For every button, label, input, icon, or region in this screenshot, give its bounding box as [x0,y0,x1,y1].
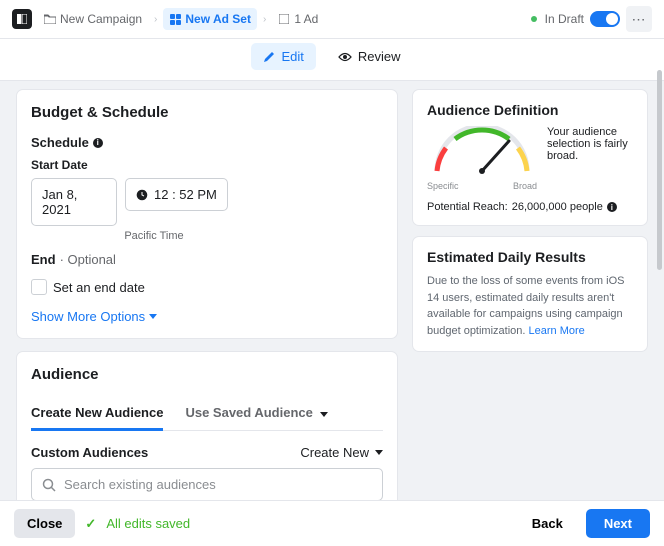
end-optional: · Optional [60,252,116,267]
edr-body: Due to the loss of some events from iOS … [427,275,624,337]
reach-value: 26,000,000 people [512,201,603,213]
content-area: Budget & Schedule Schedule i Start Date … [0,81,664,509]
chevron-right-icon: › [154,14,157,25]
gauge-right-label: Broad [513,181,537,191]
create-new-dropdown[interactable]: Create New [300,445,383,460]
caret-down-icon [375,450,383,455]
pencil-icon [263,51,275,63]
breadcrumb-campaign[interactable]: New Campaign [38,8,148,30]
audience-gauge: Specific Broad [427,126,537,191]
left-column: Budget & Schedule Schedule i Start Date … [16,89,398,501]
audience-card: Audience Create New Audience Use Saved A… [16,351,398,501]
clock-icon [136,189,148,201]
learn-more-link[interactable]: Learn More [529,325,585,337]
close-button[interactable]: Close [14,509,75,538]
status-label: In Draft [545,12,584,26]
start-time-input[interactable]: 12 : 52 PM [125,178,228,211]
eye-icon [338,52,352,62]
audience-tabs: Create New Audience Use Saved Audience [31,397,383,431]
breadcrumb-adset[interactable]: New Ad Set [163,8,257,30]
reach-label: Potential Reach: [427,201,508,213]
schedule-label: Schedule i [31,135,383,150]
search-placeholder: Search existing audiences [64,477,216,492]
breadcrumb-campaign-label: New Campaign [60,12,142,26]
search-audiences-input[interactable]: Search existing audiences [31,468,383,501]
more-menu-button[interactable]: ⋯ [626,6,652,32]
budget-title: Budget & Schedule [31,104,383,121]
status-dot-icon [531,16,537,22]
set-end-date-checkbox[interactable] [31,279,47,295]
timezone-label: Pacific Time [123,230,185,242]
right-column: Audience Definition Specific Broad [412,89,648,501]
edit-review-tabs: Edit Review [0,39,664,81]
audience-definition-card: Audience Definition Specific Broad [412,89,648,226]
show-more-options-link[interactable]: Show More Options [31,309,157,324]
audience-definition-title: Audience Definition [427,102,633,118]
info-icon[interactable]: i [607,202,617,212]
top-bar: New Campaign › New Ad Set › 1 Ad In Draf… [0,0,664,39]
custom-audiences-label: Custom Audiences [31,445,148,460]
search-icon [42,478,56,492]
edr-title: Estimated Daily Results [427,249,633,265]
back-button[interactable]: Back [519,509,576,538]
caret-down-icon [149,314,157,319]
footer-bar: Close ✓ All edits saved Back Next [0,500,664,546]
breadcrumb-ad-label: 1 Ad [294,12,318,26]
end-label: End [31,252,56,267]
estimated-daily-results-card: Estimated Daily Results Due to the loss … [412,236,648,352]
tab-create-audience[interactable]: Create New Audience [31,397,163,431]
tab-saved-audience[interactable]: Use Saved Audience [185,397,328,430]
info-icon[interactable]: i [93,138,103,148]
saved-status: All edits saved [106,516,190,531]
next-button[interactable]: Next [586,509,650,538]
scrollbar[interactable] [657,70,662,270]
folder-icon [44,13,56,25]
budget-schedule-card: Budget & Schedule Schedule i Start Date … [16,89,398,339]
tab-edit[interactable]: Edit [251,43,315,70]
breadcrumb-adset-label: New Ad Set [185,12,251,26]
tab-review[interactable]: Review [326,43,413,70]
gauge-left-label: Specific [427,181,459,191]
chevron-right-icon: › [263,14,266,25]
check-icon: ✓ [85,516,96,532]
audience-desc: Your audience selection is fairly broad. [547,126,633,162]
ad-icon [278,13,290,25]
breadcrumb-ad[interactable]: 1 Ad [272,8,324,30]
tab-edit-label: Edit [281,49,303,64]
status-toggle[interactable] [590,11,620,27]
start-date-input[interactable]: Jan 8, 2021 [31,178,117,226]
start-date-label: Start Date [31,158,383,172]
panel-toggle-icon[interactable] [12,9,32,29]
adset-icon [169,13,181,25]
caret-down-icon [320,412,328,417]
set-end-date-label: Set an end date [53,280,145,295]
audience-title: Audience [31,366,383,383]
tab-review-label: Review [358,49,401,64]
